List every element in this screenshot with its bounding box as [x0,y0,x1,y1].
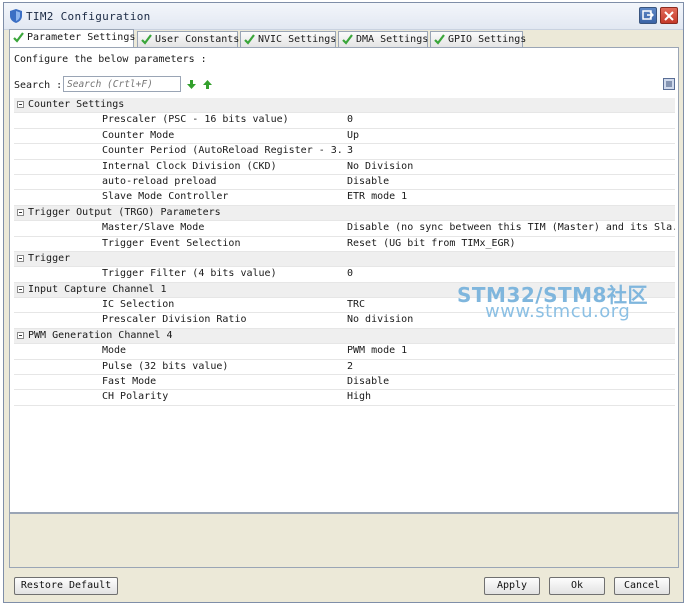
param-value[interactable]: Up [347,130,675,141]
tab-user-constants[interactable]: User Constants [137,31,240,47]
restore-default-button[interactable]: Restore Default [14,577,118,595]
check-icon [434,34,445,45]
cancel-button[interactable]: Cancel [614,577,670,595]
param-name: Trigger Event Selection [102,237,241,249]
check-icon [342,34,353,45]
group-name: PWM Generation Channel 4 [28,329,173,341]
table-row[interactable]: CH Polarity High [14,390,675,406]
param-name: IC Selection [102,299,175,311]
collapse-icon[interactable] [17,331,24,339]
collapse-icon[interactable] [17,208,24,216]
param-name: Prescaler Division Ratio [102,314,247,326]
close-button[interactable] [660,7,678,24]
search-input[interactable] [63,76,181,92]
param-name: auto-reload preload [102,175,217,187]
param-value[interactable]: 3 [347,145,675,156]
param-value[interactable]: ETR mode 1 [347,191,675,202]
table-row[interactable]: Mode PWM mode 1 [14,344,675,360]
collapse-icon[interactable] [17,285,24,293]
param-value[interactable]: PWM mode 1 [347,345,675,356]
restore-window-button[interactable] [639,7,657,24]
group-name: Input Capture Channel 1 [28,283,167,295]
group-name: Counter Settings [28,99,125,110]
table-row[interactable]: Fast Mode Disable [14,375,675,391]
window-title: TIM2 Configuration [26,10,151,23]
param-value[interactable]: Reset (UG bit from TIMx_EGR) [347,238,675,249]
param-value[interactable]: Disable [347,176,675,187]
group-row-counter-settings[interactable]: Counter Settings [14,98,675,114]
search-label: Search : [14,80,63,91]
tab-label: Parameter Settings [27,32,136,43]
tab-gpio-settings[interactable]: GPIO Settings [430,31,527,47]
configure-instructions: Configure the below parameters : [14,54,207,65]
table-row[interactable]: Pulse (32 bits value) 2 [14,360,675,376]
collapse-icon[interactable] [17,254,24,262]
close-icon [664,11,674,21]
param-name: Counter Mode [102,129,175,141]
table-row[interactable]: Master/Slave Mode Disable (no sync betwee… [14,221,675,237]
tab-dma-settings[interactable]: DMA Settings [338,31,428,47]
group-name: Trigger [28,252,71,264]
apply-button[interactable]: Apply [484,577,540,595]
table-row[interactable]: auto-reload preload Disable [14,175,675,191]
param-value[interactable]: Disable [347,376,675,387]
watermark-url-text: www.stmcu.org [485,301,631,322]
param-value[interactable]: High [347,391,675,402]
param-name: Counter Period (AutoReload Register - 3.… [102,145,342,157]
shield-icon [10,9,22,23]
tab-label: User Constants [155,34,240,45]
group-row-trigger[interactable]: Trigger [14,251,675,268]
param-name: Slave Mode Controller [102,191,229,203]
group-row-trigger-output[interactable]: Trigger Output (TRGO) Parameters [14,205,675,222]
param-value[interactable]: No Division [347,161,675,172]
param-name: Pulse (32 bits value) [102,360,229,372]
param-name: Prescaler (PSC - 16 bits value) [102,114,289,126]
tab-label: NVIC Settings [258,34,337,45]
search-up-arrow-icon[interactable] [203,80,212,89]
search-down-arrow-icon[interactable] [187,80,196,89]
param-name: Internal Clock Division (CKD) [102,160,277,172]
param-name: Mode [102,345,127,357]
description-panel [9,513,679,568]
group-name: Trigger Output (TRGO) Parameters [28,206,221,218]
param-name: CH Polarity [102,391,169,403]
param-name: Trigger Filter (4 bits value) [102,268,277,280]
check-icon [13,32,24,43]
ok-button[interactable]: Ok [549,577,605,595]
param-value[interactable]: 2 [347,361,675,372]
table-row[interactable]: Prescaler (PSC - 16 bits value) 0 [14,113,675,129]
table-row[interactable]: Internal Clock Division (CKD) No Division [14,160,675,175]
group-row-pwm-generation-channel-4[interactable]: PWM Generation Channel 4 [14,328,675,345]
table-row[interactable]: Counter Mode Up [14,129,675,145]
table-row[interactable]: Counter Period (AutoReload Register - 3.… [14,144,675,160]
parameter-table: Counter Settings Prescaler (PSC - 16 bit… [14,98,675,406]
table-row[interactable]: Trigger Event Selection Reset (UG bit fro… [14,237,675,252]
param-value[interactable]: 0 [347,114,675,125]
param-value[interactable]: Disable (no sync between this TIM (Maste… [347,222,675,233]
expand-all-icon[interactable] [663,78,675,90]
tab-label: DMA Settings [356,34,429,45]
tab-parameter-settings[interactable]: Parameter Settings [9,29,136,48]
param-name: Master/Slave Mode [102,222,205,234]
tab-label: GPIO Settings [448,34,527,45]
check-icon [141,34,152,45]
restore-window-icon [642,10,654,20]
title-bar[interactable]: TIM2 Configuration [4,3,683,30]
table-row[interactable]: Slave Mode Controller ETR mode 1 [14,190,675,206]
param-name: Fast Mode [102,376,157,388]
check-icon [244,34,255,45]
tab-nvic-settings[interactable]: NVIC Settings [240,31,336,47]
collapse-icon[interactable] [17,101,24,108]
param-value[interactable]: 0 [347,268,675,279]
